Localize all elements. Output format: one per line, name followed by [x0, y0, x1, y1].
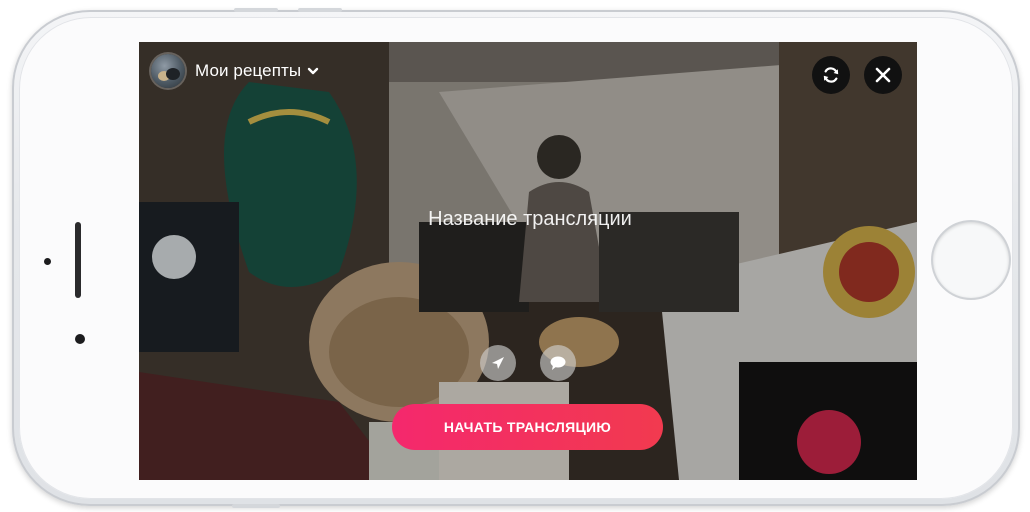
chevron-down-icon	[308, 67, 319, 75]
location-button[interactable]	[480, 345, 516, 381]
close-icon	[875, 67, 891, 83]
home-button[interactable]	[933, 222, 1009, 298]
stream-title-input[interactable]	[339, 200, 721, 238]
phone-volume-button	[298, 8, 342, 12]
live-stream-setup-screen: Мои рецепты НАЧАТЬ ТРАНСЛЯЦИЮ	[139, 42, 917, 480]
start-broadcast-button[interactable]: НАЧАТЬ ТРАНСЛЯЦИЮ	[392, 404, 663, 450]
phone-volume-button	[234, 8, 278, 12]
close-button[interactable]	[864, 56, 902, 94]
speech-bubble-icon	[550, 356, 566, 370]
phone-front-camera	[75, 334, 85, 344]
location-arrow-icon	[492, 357, 504, 369]
camera-switch-icon	[823, 67, 839, 83]
switch-camera-button[interactable]	[812, 56, 850, 94]
group-selector[interactable]: Мои рецепты	[151, 54, 319, 88]
phone-speaker	[75, 222, 81, 298]
phone-power-button	[232, 504, 280, 508]
group-name-label: Мои рецепты	[195, 61, 302, 80]
phone-sensor	[44, 258, 51, 265]
comments-button[interactable]	[540, 345, 576, 381]
group-avatar	[151, 54, 185, 88]
